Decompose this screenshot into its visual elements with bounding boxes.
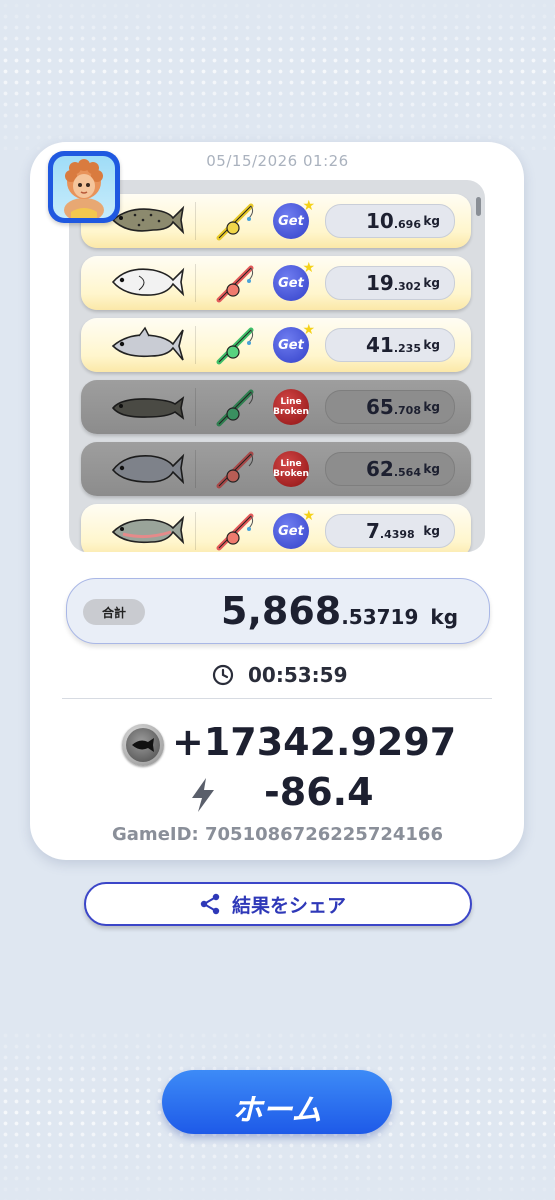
green-rod-icon [216, 327, 254, 365]
catch-success-badge: Get ★ [273, 322, 315, 363]
share-result-button[interactable]: 結果をシェア [84, 882, 472, 926]
coin-reward: +17342.9297 [0, 720, 555, 768]
lightning-icon [192, 778, 214, 812]
clock-icon [212, 664, 234, 686]
home-button[interactable]: ホーム [162, 1070, 392, 1134]
catch-weight: 65.708 kg [325, 390, 455, 424]
catch-row[interactable]: Get ★ 7.4398 kg [81, 504, 471, 558]
total-weight-panel: 合計 5,868.53719 kg [66, 578, 490, 644]
energy-cost: -86.4 [0, 770, 555, 818]
white-fish-icon [111, 267, 185, 297]
catch-row[interactable]: Get ★ 19.302 kg [81, 256, 471, 310]
divider [62, 698, 492, 699]
catch-list-scrollbar[interactable] [476, 197, 481, 216]
snakehead-fish-icon [111, 396, 185, 420]
line-broken-badge: Line Broken [273, 451, 309, 487]
catch-success-badge: Get ★ [273, 198, 315, 239]
line-broken-badge: Line Broken [273, 389, 309, 425]
avatar-face-icon [53, 156, 115, 218]
catch-row[interactable]: Get ★ 10.696 kg [81, 194, 471, 248]
red-rod-icon [216, 451, 254, 489]
catch-weight: 7.4398 kg [325, 514, 455, 548]
row-divider [195, 202, 196, 240]
row-divider [195, 450, 196, 488]
share-icon [200, 893, 220, 915]
row-divider [195, 264, 196, 302]
salmon-fish-icon [111, 515, 185, 545]
catch-weight: 19.302 kg [325, 266, 455, 300]
catch-row-broken[interactable]: Line Broken 65.708 kg [81, 380, 471, 434]
catch-row-broken[interactable]: Line Broken 62.564 kg [81, 442, 471, 496]
row-divider [195, 326, 196, 364]
star-icon: ★ [302, 260, 315, 276]
row-divider [195, 388, 196, 426]
trout-fish-icon [111, 205, 185, 235]
star-icon: ★ [302, 198, 315, 214]
green-rod-icon [216, 389, 254, 427]
row-divider [195, 512, 196, 550]
bass-fish-icon [111, 453, 185, 485]
star-icon: ★ [302, 508, 315, 524]
total-label: 合計 [83, 599, 145, 625]
star-icon: ★ [302, 322, 315, 338]
catch-weight: 10.696 kg [325, 204, 455, 238]
background-dots-top [0, 0, 555, 150]
yellow-rod-icon [216, 203, 254, 241]
catch-success-badge: Get ★ [273, 508, 315, 549]
catch-success-badge: Get ★ [273, 260, 315, 301]
catch-weight: 41.235 kg [325, 328, 455, 362]
player-avatar[interactable] [48, 151, 120, 223]
game-id: GameID: 7051086726225724166 [112, 824, 443, 845]
red-rod-icon [216, 265, 254, 303]
catch-row[interactable]: Get ★ 41.235 kg [81, 318, 471, 372]
red-rod-icon [216, 513, 254, 551]
catfish-icon [111, 326, 184, 361]
total-weight-value: 5,868.53719 kg [221, 589, 459, 633]
catch-weight: 62.564 kg [325, 452, 455, 486]
elapsed-time: 00:53:59 [0, 662, 555, 688]
coin-icon [122, 724, 164, 766]
list-bottom-mask [69, 552, 485, 566]
